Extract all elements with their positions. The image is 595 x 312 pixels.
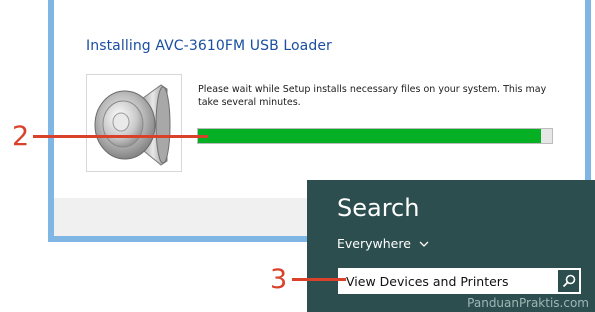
annotation-line-3 — [292, 278, 346, 281]
search-input[interactable] — [338, 268, 556, 294]
annotation-number-2: 2 — [12, 121, 30, 152]
search-submit-button[interactable] — [556, 268, 581, 294]
installer-title: Installing AVC-3610FM USB Loader — [86, 38, 332, 54]
search-scope-dropdown[interactable]: Everywhere — [337, 236, 429, 251]
search-icon — [562, 274, 575, 288]
install-progress-bar — [197, 128, 553, 144]
search-charm: Search Everywhere PanduanPraktis.com — [307, 180, 595, 312]
installer-icon-box — [86, 74, 182, 172]
search-box — [338, 268, 578, 294]
chevron-down-icon — [419, 241, 429, 247]
annotation-number-3: 3 — [270, 264, 288, 295]
progress-fill — [198, 129, 542, 143]
speaker-icon — [94, 84, 171, 166]
watermark: PanduanPraktis.com — [467, 296, 589, 310]
search-scope-label: Everywhere — [337, 236, 411, 251]
search-heading: Search — [337, 194, 420, 222]
annotation-line-2 — [33, 135, 208, 138]
installer-message: Please wait while Setup installs necessa… — [198, 84, 547, 108]
